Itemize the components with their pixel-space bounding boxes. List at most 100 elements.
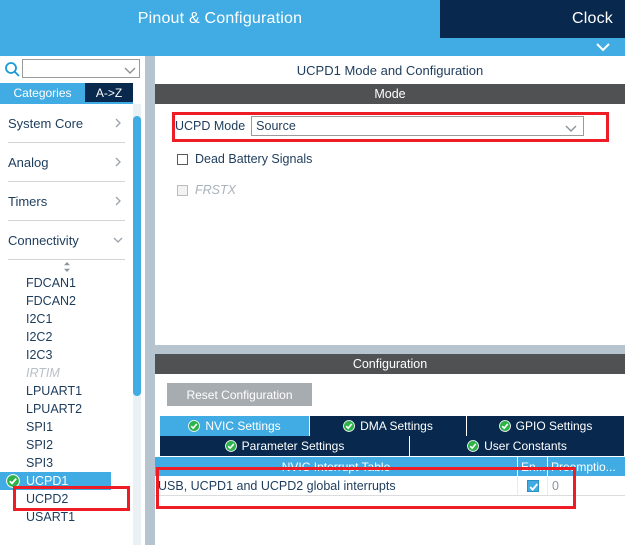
mode-section-body: UCPD Mode Source Dead Battery Signals FR… [155, 104, 625, 345]
list-item[interactable]: LPUART2 [0, 400, 133, 418]
chevron-right-icon [111, 194, 125, 208]
interrupt-name: USB, UCPD1 and UCPD2 global interrupts [155, 476, 518, 495]
list-item[interactable]: USART1 [0, 508, 133, 526]
reset-configuration-label: Reset Configuration [186, 387, 293, 402]
page-title-label: UCPD1 Mode and Configuration [296, 62, 484, 78]
table-row[interactable]: USB, UCPD1 and UCPD2 global interrupts 0 [155, 476, 625, 496]
tab-pinout-label: Pinout & Configuration [137, 10, 303, 27]
dead-battery-signals-checkbox[interactable]: Dead Battery Signals [177, 152, 312, 166]
checkbox-checked-icon[interactable] [526, 479, 539, 492]
tab-a-to-z-label: A->Z [95, 85, 123, 100]
green-check-icon [188, 420, 201, 432]
green-check-icon [498, 420, 511, 432]
sidebar-item-label: UCPD1 [26, 474, 69, 488]
list-item[interactable]: SPI3 [0, 454, 133, 472]
nvic-interrupt-table: NVIC Interrupt Table En... Preemptio... … [155, 457, 625, 534]
tab-categories-label: Categories [13, 85, 72, 100]
green-check-icon [6, 474, 20, 488]
tab-user-constants[interactable]: User Constants [410, 436, 624, 456]
sidebar-item-ucpd1[interactable]: UCPD1 [0, 472, 111, 490]
ucpd-mode-select[interactable]: Source [251, 116, 585, 136]
column-header-interrupt-table[interactable]: NVIC Interrupt Table [155, 457, 518, 476]
peripheral-list: FDCAN1 FDCAN2 I2C1 I2C2 I2C3 IRTIM LPUAR… [0, 274, 133, 526]
list-item[interactable]: LPUART1 [0, 382, 133, 400]
ucpd-mode-row: UCPD Mode Source [175, 116, 585, 136]
chevron-right-icon [111, 155, 125, 169]
configuration-section-body: Reset Configuration NVIC Settings DMA Se… [155, 374, 625, 534]
list-item[interactable]: UCPD2 [0, 490, 133, 508]
chevron-down-icon [111, 233, 125, 247]
tab-clock[interactable]: Clock [440, 0, 625, 38]
sidebar-item-label: System Core [8, 115, 84, 131]
mode-section-label: Mode [374, 87, 406, 101]
green-check-icon [343, 420, 356, 432]
list-item[interactable]: I2C2 [0, 328, 133, 346]
sidebar-item-connectivity[interactable]: Connectivity [8, 221, 125, 260]
sidebar-item-label: Analog [8, 154, 49, 170]
tab-dma-settings[interactable]: DMA Settings [310, 416, 467, 436]
chevron-down-icon[interactable] [124, 64, 136, 74]
tab-pinout-configuration[interactable]: Pinout & Configuration [0, 0, 440, 38]
list-item[interactable]: I2C3 [0, 346, 133, 364]
sidebar-item-system-core[interactable]: System Core [8, 104, 125, 143]
column-header-preemption[interactable]: Preemptio... [548, 457, 625, 476]
tab-gpio-settings[interactable]: GPIO Settings [467, 416, 624, 436]
sidebar-item-analog[interactable]: Analog [8, 143, 125, 182]
peripheral-sidebar: Categories A->Z System Core Analog Timer… [0, 56, 145, 545]
configuration-section-header: Configuration [155, 354, 625, 374]
configuration-tabs-row-2: Parameter Settings User Constants [160, 436, 624, 456]
configuration-section-label: Configuration [352, 357, 428, 371]
nvic-table-header: NVIC Interrupt Table En... Preemptio... [155, 457, 625, 476]
page-title: UCPD1 Mode and Configuration [155, 56, 625, 84]
vertical-splitter[interactable] [145, 56, 155, 545]
list-item[interactable]: I2C1 [0, 310, 133, 328]
sidebar-tabs: Categories A->Z [0, 83, 145, 102]
checkbox-box [177, 153, 188, 165]
tab-parameter-settings-label: Parameter Settings [241, 439, 345, 453]
list-item: IRTIM [26, 366, 60, 380]
scroll-hint-icon [0, 260, 133, 274]
tab-dma-settings-label: DMA Settings [360, 419, 433, 433]
ucpd-mode-label: UCPD Mode [175, 119, 246, 133]
tab-parameter-settings[interactable]: Parameter Settings [160, 436, 410, 456]
checkbox-box [177, 184, 188, 196]
list-item[interactable]: FDCAN2 [0, 292, 133, 310]
frstx-checkbox: FRSTX [177, 183, 236, 197]
list-item[interactable]: SPI1 [0, 418, 133, 436]
reset-configuration-button[interactable]: Reset Configuration [167, 383, 312, 406]
list-item[interactable]: SPI2 [0, 436, 133, 454]
tab-nvic-settings[interactable]: NVIC Settings [160, 416, 310, 436]
tab-categories[interactable]: Categories [0, 83, 85, 102]
tab-nvic-settings-label: NVIC Settings [205, 419, 281, 433]
green-check-icon [467, 440, 480, 452]
green-check-icon [224, 440, 237, 452]
dead-battery-signals-label: Dead Battery Signals [195, 152, 313, 166]
tab-a-to-z[interactable]: A->Z [85, 83, 133, 102]
ucpd-mode-value: Source [256, 119, 296, 133]
sidebar-item-label: Timers [8, 193, 48, 209]
chevron-right-icon [111, 116, 125, 130]
sidebar-scrollbar-thumb[interactable] [133, 116, 141, 396]
interrupt-enabled-cell[interactable] [518, 476, 548, 495]
chevron-down-icon[interactable] [595, 40, 611, 54]
sidebar-item-timers[interactable]: Timers [8, 182, 125, 221]
top-tab-bar-secondary [0, 38, 625, 56]
configuration-tabs-row-1: NVIC Settings DMA Settings GPIO Settings [160, 416, 624, 436]
configuration-panel: UCPD1 Mode and Configuration Mode UCPD M… [155, 56, 625, 545]
frstx-label: FRSTX [195, 183, 236, 197]
peripheral-list-area[interactable]: System Core Analog Timers Connectivity F… [0, 104, 133, 545]
sidebar-item-label: Connectivity [8, 232, 79, 248]
mode-section-header: Mode [155, 84, 625, 104]
search-icon [4, 61, 21, 78]
horizontal-splitter[interactable] [155, 345, 625, 354]
chevron-down-icon[interactable] [565, 122, 577, 132]
search-row [0, 56, 145, 82]
search-input[interactable] [25, 61, 120, 76]
top-tab-bar: Pinout & Configuration Clock [0, 0, 625, 38]
sidebar-scrollbar[interactable] [133, 104, 141, 545]
column-header-enabled[interactable]: En... [518, 457, 548, 476]
search-box[interactable] [22, 59, 140, 78]
list-item[interactable]: FDCAN1 [0, 274, 133, 292]
tab-user-constants-label: User Constants [484, 439, 567, 453]
stm32cubemx-window: Pinout & Configuration Clock Categories … [0, 0, 625, 545]
